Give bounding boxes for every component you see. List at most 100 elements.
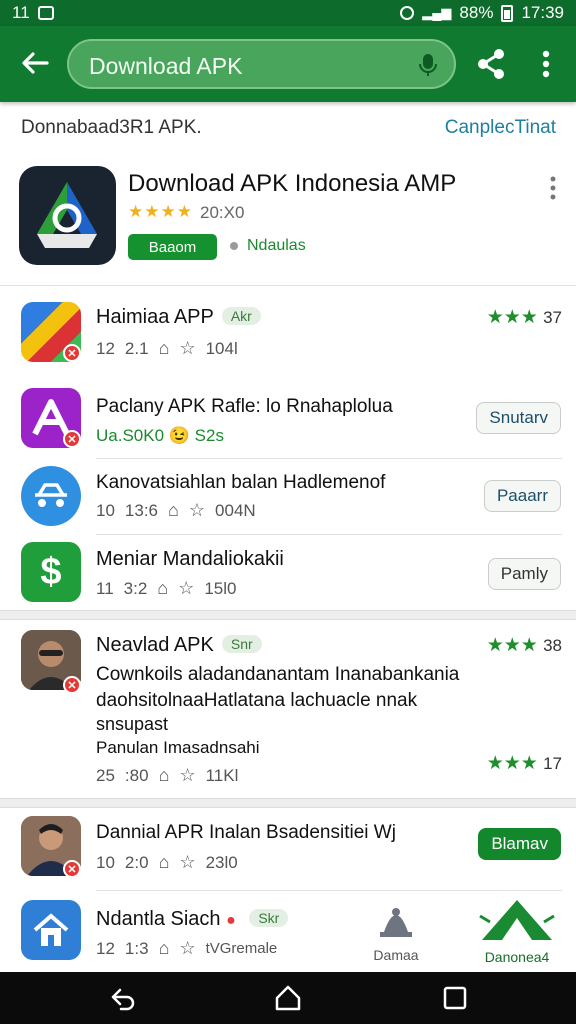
featured-star-rating: ★★★★	[128, 202, 193, 221]
bottom-tab-a[interactable]: Damaa	[366, 902, 426, 966]
news-line-2: daohsitolnaaHatlatana lachuacle nnak	[96, 690, 418, 711]
divider	[96, 458, 562, 459]
app-bar: Download APK	[0, 26, 576, 102]
download-icon: ⌂	[168, 500, 179, 520]
meta-size: 2.1	[124, 338, 149, 358]
list-item[interactable]: ✕ Dannial APR Inalan Bsadensitiei Wj 10 …	[0, 810, 576, 888]
star-icon: ☆	[179, 765, 196, 785]
meta-version: 10	[96, 852, 115, 872]
more-options-icon[interactable]	[548, 174, 558, 204]
battery-icon	[501, 4, 514, 22]
star-icon: ☆	[179, 852, 196, 872]
app-title: Dannial APR Inalan Bsadensitiei Wj	[96, 822, 396, 843]
featured-install-button[interactable]: Baaom	[128, 234, 217, 260]
search-input[interactable]: Download APK	[67, 39, 456, 89]
featured-category[interactable]: Ndaulas	[247, 237, 306, 255]
featured-rating-count: 20:X0	[200, 203, 245, 222]
news-tag: Snr	[221, 635, 262, 653]
meta-size: :80	[124, 765, 149, 785]
news-line-3: snsupast	[96, 714, 169, 734]
star-icon: ☆	[179, 938, 196, 958]
list-item[interactable]: ✕ Haimiaa APP Akr 12 2.1 ⌂ ☆ 104l ★★★ 37	[0, 292, 576, 372]
rating-stars: ★★★	[486, 635, 538, 656]
badge-icon: ✕	[63, 676, 81, 694]
featured-app-card[interactable]: Download APK Indonesia AMP ★★★★ 20:X0 Ba…	[0, 158, 576, 286]
download-icon: ⌂	[158, 852, 170, 872]
download-icon: ⌂	[158, 765, 170, 785]
app-icon	[21, 466, 81, 526]
app-meta: 10 13:6 ⌂ ☆ 004N	[96, 500, 256, 521]
news-line-4: Panulan Imasadnsahi	[96, 738, 260, 757]
meta-size: 2:0	[124, 852, 149, 872]
featured-app-icon	[19, 166, 116, 265]
bottom-tab-b-label: Danonea4	[484, 949, 550, 965]
location-pin-icon: ●	[226, 912, 236, 929]
app-title-row: Haimiaa APP Akr	[96, 306, 261, 329]
overflow-menu-icon[interactable]	[536, 48, 556, 80]
download-icon: ⌂	[157, 578, 169, 598]
app-action-button[interactable]: Snutarv	[476, 402, 561, 434]
app-subtitle: Ua.S0K0 😉 S2s	[96, 426, 224, 445]
app-action-button[interactable]: Pamly	[487, 558, 561, 590]
dollar-icon: $	[40, 550, 62, 593]
star-icon: ☆	[188, 500, 206, 520]
compare-link[interactable]: CanplecTinat	[445, 117, 556, 139]
meta-version: 12	[96, 338, 115, 358]
rating-stars: ★★★	[486, 307, 538, 328]
meta-downloads: 23l0	[205, 852, 238, 872]
dome-icon	[380, 908, 412, 937]
gallery-notification-icon	[37, 6, 54, 20]
list-item[interactable]: $ Meniar Mandaliokakii 11 3:2 ⌂ ☆ 15l0 P…	[0, 538, 576, 608]
app-title-row: Ndantla Siach ● Skr	[96, 908, 289, 931]
star-icon: ☆	[178, 578, 195, 598]
meta-downloads: tVGremale	[205, 940, 278, 957]
news-title: Neavlad APK	[96, 634, 214, 656]
search-query: Download APK	[89, 53, 243, 79]
app-icon	[21, 900, 81, 960]
bottom-tab-b[interactable]: Danonea4	[472, 896, 562, 966]
signal-icon: ▂▄▆	[422, 5, 452, 20]
system-nav-bar	[0, 972, 576, 1024]
divider	[96, 890, 562, 891]
app-action-button[interactable]: Paaarr	[483, 480, 561, 512]
app-title: Ndantla Siach	[96, 908, 221, 930]
recents-nav-icon[interactable]	[441, 984, 469, 1012]
app-title: Paclany APK Rafle: lo Rnahaplolua	[96, 396, 393, 417]
rating-value: 38	[543, 636, 562, 655]
share-icon[interactable]	[474, 47, 508, 81]
meta-downloads: 15l0	[204, 578, 237, 598]
app-meta: 12 2.1 ⌂ ☆ 104l	[96, 338, 238, 359]
meta-version: 25	[96, 765, 115, 785]
bottom-tab-a-label: Damaa	[373, 947, 419, 963]
app-tag: Skr	[249, 909, 289, 927]
section-divider	[0, 610, 576, 620]
back-nav-icon[interactable]	[109, 984, 137, 1012]
rating-value: 17	[543, 754, 562, 773]
meta-size: 1:3	[124, 938, 149, 958]
app-meta: 12 1:3 ⌂ ☆ tVGremale	[96, 938, 277, 959]
app-title: Kanovatsiahlan balan Hadlemenof	[96, 472, 386, 493]
list-item[interactable]: Kanovatsiahlan balan Hadlemenof 10 13:6 …	[0, 460, 576, 536]
rating-stars: ★★★	[486, 753, 538, 774]
green-logo-icon	[479, 900, 555, 940]
meta-downloads: 104l	[205, 338, 238, 358]
mic-icon[interactable]	[416, 52, 440, 78]
news-item[interactable]: ✕ Neavlad APK Snr ★★★ 38 Cownkoils aladan…	[0, 620, 576, 798]
back-arrow-icon[interactable]	[18, 46, 52, 80]
meta-version: 12	[96, 938, 115, 958]
badge-icon: ✕	[63, 860, 81, 878]
app-tag: Akr	[221, 307, 261, 325]
app-meta: 10 2:0 ⌂ ☆ 23l0	[96, 852, 238, 873]
list-item[interactable]: Ndantla Siach ● Skr 12 1:3 ⌂ ☆ tVGremale…	[0, 894, 576, 970]
meta-downloads: 004N	[215, 500, 256, 520]
meta-version: 11	[96, 578, 114, 598]
list-item[interactable]: ✕ Paclany APK Rafle: lo Rnahaplolua Ua.S…	[0, 378, 576, 456]
home-nav-icon[interactable]	[274, 984, 302, 1012]
alarm-icon	[400, 6, 415, 20]
download-icon: ⌂	[158, 338, 170, 358]
battery-percent: 88%	[459, 3, 494, 22]
app-action-button[interactable]: Blamav	[478, 828, 561, 860]
meta-size: 3:2	[123, 578, 148, 598]
rating-value: 37	[543, 308, 562, 327]
meta-size: 13:6	[124, 500, 159, 520]
